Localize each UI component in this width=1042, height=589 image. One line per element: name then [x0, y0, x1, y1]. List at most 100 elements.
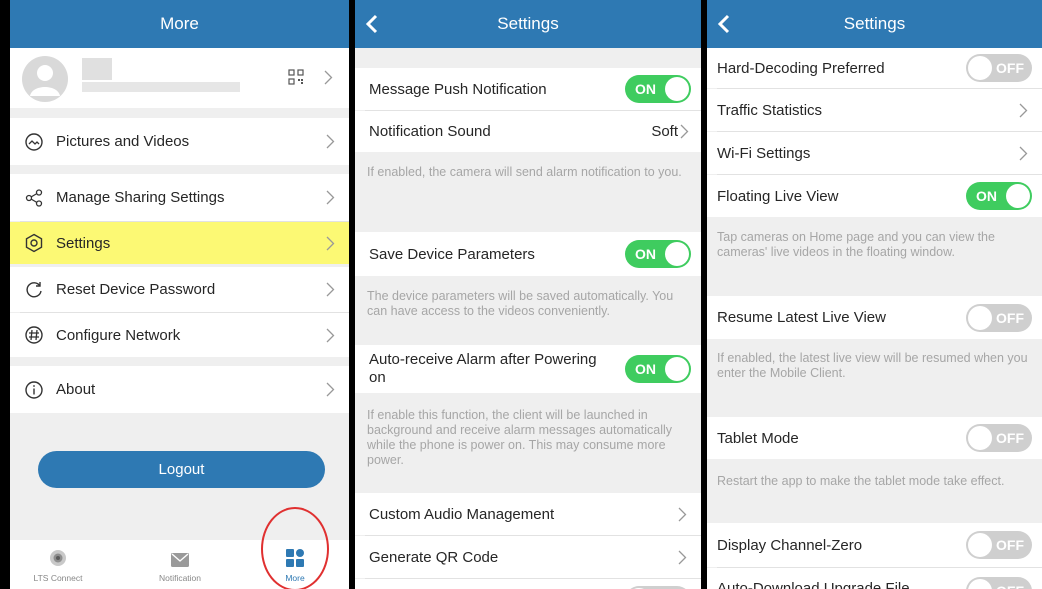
- setting-generate-qr-code[interactable]: Generate QR Code: [355, 536, 701, 578]
- chevron-right-icon: [678, 507, 687, 521]
- resume-latest-live-view-toggle[interactable]: OFF: [966, 303, 1032, 332]
- setting-custom-audio-management[interactable]: Custom Audio Management: [355, 493, 701, 535]
- toggle-state: OFF: [996, 430, 1024, 446]
- setting-label: Tablet Mode: [717, 429, 799, 447]
- setting-traffic-statistics[interactable]: Traffic Statistics: [707, 89, 1042, 131]
- chevron-right-icon: [326, 282, 335, 297]
- auto-receive-alarm-toggle[interactable]: ON: [625, 355, 691, 383]
- more-header: More: [10, 0, 349, 48]
- floating-live-view-toggle[interactable]: ON: [966, 182, 1032, 210]
- avatar: [22, 56, 68, 102]
- setting-label: Wi-Fi Settings: [717, 144, 811, 162]
- toggle-state: ON: [635, 361, 656, 377]
- tablet-mode-toggle[interactable]: OFF: [966, 424, 1032, 452]
- settings-screen-2: Settings Hard-Decoding Preferred OFF Tra…: [707, 0, 1042, 589]
- menu-item-label: Configure Network: [56, 326, 181, 344]
- setting-label: Generate QR Code: [369, 548, 499, 566]
- toggle-state: OFF: [996, 60, 1024, 76]
- lts-connect-icon: [50, 550, 66, 566]
- settings-header: Settings: [355, 0, 701, 48]
- toggle-state: ON: [635, 81, 656, 97]
- qr-code-icon[interactable]: [288, 69, 304, 85]
- chevron-right-icon: [326, 236, 335, 250]
- setting-label: Floating Live View: [717, 187, 839, 205]
- menu-item-label: Manage Sharing Settings: [56, 189, 225, 206]
- toggle-state: OFF: [996, 309, 1024, 326]
- setting-save-device-parameters: Save Device Parameters ON: [355, 232, 701, 276]
- back-button[interactable]: [717, 0, 751, 48]
- chevron-right-icon: [680, 124, 689, 139]
- menu-item-label: About: [56, 381, 96, 398]
- setting-label: Save Device Parameters: [369, 245, 535, 263]
- setting-tablet-mode: Tablet Mode OFF: [707, 417, 1042, 459]
- setting-description: If enabled, the camera will send alarm n…: [367, 165, 682, 179]
- save-device-parameters-toggle[interactable]: ON: [625, 240, 691, 268]
- push-notification-toggle[interactable]: ON: [625, 75, 691, 103]
- menu-item-about[interactable]: About: [10, 366, 349, 413]
- setting-value: Soft: [651, 123, 678, 140]
- setting-auto-download-upgrade-file: Auto-Download Upgrade File OFF: [707, 568, 1042, 589]
- menu-item-pictures-and-videos[interactable]: Pictures and Videos: [10, 118, 349, 165]
- tab-label: LTS Connect: [33, 573, 83, 583]
- chevron-left-icon: [365, 14, 378, 34]
- auto-download-upgrade-toggle[interactable]: OFF: [966, 577, 1032, 589]
- menu-item-reset-device-password[interactable]: Reset Device Password: [10, 267, 349, 312]
- toggle-state: OFF: [996, 577, 1024, 589]
- mail-icon: [171, 553, 189, 567]
- chevron-right-icon: [326, 190, 335, 205]
- setting-message-push-notification: Message Push Notification ON: [355, 68, 701, 110]
- toggle-state: ON: [635, 246, 656, 262]
- setting-label: Display Channel-Zero: [717, 536, 863, 554]
- toggle-state: OFF: [996, 537, 1024, 553]
- profile-row[interactable]: [10, 48, 349, 108]
- chevron-right-icon: [1019, 103, 1028, 117]
- chevron-right-icon: [326, 382, 335, 397]
- settings-header: Settings: [707, 0, 1042, 48]
- setting-floating-live-view: Floating Live View ON: [707, 175, 1042, 217]
- menu-item-label: Pictures and Videos: [56, 133, 190, 150]
- menu-item-manage-sharing-settings[interactable]: Manage Sharing Settings: [10, 174, 349, 221]
- chevron-right-icon: [678, 550, 687, 564]
- logout-button[interactable]: Logout: [38, 451, 325, 488]
- setting-label: Resume Latest Live View: [717, 309, 886, 326]
- tab-notification[interactable]: Notification: [135, 540, 225, 589]
- setting-label: Auto-Download Upgrade File: [717, 580, 910, 589]
- setting-display-channel-zero: Display Channel-Zero OFF: [707, 523, 1042, 567]
- share-icon: [25, 188, 43, 207]
- menu-item-configure-network[interactable]: Configure Network: [10, 313, 349, 357]
- hard-decoding-toggle[interactable]: OFF: [966, 54, 1032, 82]
- settings-icon: [25, 233, 43, 253]
- setting-label: Notification Sound: [369, 123, 491, 140]
- settings-screen-1: Settings Message Push Notification ON No…: [355, 0, 701, 589]
- tab-label: Notification: [158, 573, 202, 583]
- info-icon: [25, 380, 43, 399]
- blurred-account: [82, 82, 240, 92]
- back-button[interactable]: [365, 0, 399, 48]
- setting-hard-decoding-preferred: Hard-Decoding Preferred OFF: [707, 48, 1042, 88]
- page-title: Settings: [497, 14, 559, 33]
- page-title: More: [160, 14, 199, 33]
- setting-label: Message Push Notification: [369, 80, 547, 98]
- tab-lts-connect[interactable]: LTS Connect: [13, 540, 103, 589]
- setting-auto-receive-alarm: Auto-receive Alarm after Powering on ON: [355, 345, 701, 393]
- setting-label: Traffic Statistics: [717, 101, 823, 119]
- reset-icon: [26, 281, 42, 297]
- network-icon: [25, 326, 43, 344]
- setting-resume-latest-live-view: Resume Latest Live View OFF: [707, 296, 1042, 339]
- setting-description: If enabled, the latest live view will be…: [717, 351, 1028, 380]
- chevron-right-icon: [324, 70, 333, 85]
- chevron-right-icon: [1019, 146, 1028, 160]
- setting-wifi-settings[interactable]: Wi-Fi Settings: [707, 132, 1042, 174]
- menu-item-label: Settings: [56, 234, 111, 252]
- setting-description: The device parameters will be saved auto…: [367, 289, 674, 318]
- menu-item-settings[interactable]: Settings: [10, 222, 349, 264]
- setting-notification-sound[interactable]: Notification Sound Soft: [355, 111, 701, 152]
- setting-description: Tap cameras on Home page and you can vie…: [717, 230, 995, 259]
- setting-description: Restart the app to make the tablet mode …: [717, 474, 1005, 488]
- setting-label: Auto-receive Alarm after Powering on: [369, 351, 597, 386]
- chevron-right-icon: [326, 134, 335, 149]
- display-channel-zero-toggle[interactable]: OFF: [966, 531, 1032, 559]
- page-title: Settings: [843, 14, 906, 33]
- toggle-state: ON: [976, 188, 997, 204]
- blurred-username: [82, 58, 112, 80]
